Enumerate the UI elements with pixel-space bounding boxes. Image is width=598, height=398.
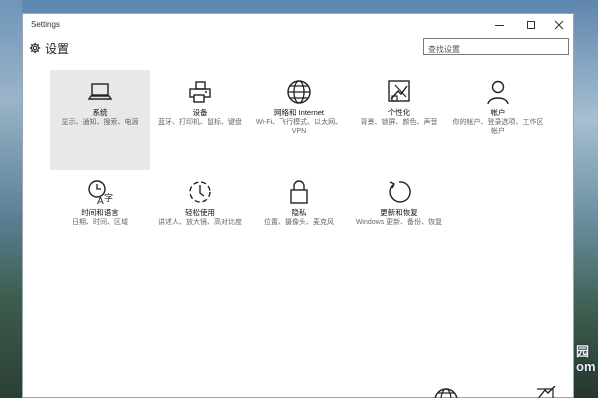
tile-description: 显示、通知、搜索、电源: [61, 119, 139, 126]
tile-label: 轻松使用: [185, 208, 215, 217]
tile-label: 时间和语言: [81, 208, 119, 217]
close-icon: [554, 20, 564, 30]
tile-description: 蓝牙、打印机、鼠标、键盘: [158, 119, 242, 126]
maximize-icon: [527, 21, 535, 29]
globe-icon: [285, 78, 313, 106]
desktop-watermark: 园 om: [576, 344, 596, 374]
window-title: Settings: [31, 20, 60, 29]
desktop-background-left: [0, 0, 22, 398]
tile-description: 讲述人、放大镜、高对比度: [158, 219, 242, 226]
tile-description: 你的帐户、登录选项、工作区帐户: [452, 119, 544, 135]
person-icon: [484, 78, 512, 106]
minimize-button[interactable]: [483, 14, 515, 36]
tile-time-language[interactable]: A 字 时间和语言 日期、时间、区域: [50, 170, 150, 270]
tile-devices[interactable]: 设备 蓝牙、打印机、鼠标、键盘: [150, 70, 250, 170]
tile-label: 设备: [192, 108, 208, 117]
settings-window: Settings 设置 查找设置 系统 显示、通知、搜索、电源 设备 蓝牙、打印…: [22, 13, 574, 398]
laptop-icon: [86, 78, 114, 106]
tile-label: 隐私: [291, 208, 307, 217]
time-language-icon: A 字: [86, 178, 114, 206]
globe-icon: [433, 386, 459, 398]
tile-ease-of-access[interactable]: 轻松使用 讲述人、放大镜、高对比度: [150, 170, 250, 270]
ease-of-access-icon: [186, 178, 214, 206]
tile-system[interactable]: 系统 显示、通知、搜索、电源: [50, 70, 150, 170]
tile-network[interactable]: 网络和 Internet Wi-Fi、飞行模式、以太网、VPN: [249, 70, 349, 170]
svg-text:A: A: [97, 196, 104, 205]
tile-update-recovery[interactable]: 更新和恢复 Windows 更新、备份、恢复: [349, 170, 449, 270]
desktop-background-right: [574, 0, 598, 398]
gear-icon: [29, 41, 41, 59]
tile-accounts[interactable]: 帐户 你的帐户、登录选项、工作区帐户: [448, 70, 548, 170]
tile-label: 系统: [92, 108, 108, 117]
refresh-icon: [385, 178, 413, 206]
page-title: 设置: [45, 42, 70, 56]
tile-label: 帐户: [490, 108, 506, 117]
minimize-icon: [494, 24, 504, 26]
tile-label: 个性化: [387, 108, 411, 117]
tile-privacy[interactable]: 隐私 位置、摄像头、麦克风: [249, 170, 349, 270]
tile-description: 位置、摄像头、麦克风: [264, 219, 334, 226]
tile-description: Wi-Fi、飞行模式、以太网、VPN: [255, 119, 343, 135]
tile-label: 更新和恢复: [380, 208, 418, 217]
tile-personalization[interactable]: 个性化 背景、锁屏、颜色、声音: [349, 70, 449, 170]
tile-description: 日期、时间、区域: [72, 219, 128, 226]
settings-header: 设置: [23, 36, 573, 60]
search-box[interactable]: [423, 38, 569, 57]
personalization-icon: [385, 78, 413, 106]
search-input[interactable]: [424, 42, 568, 57]
personalization-icon: [535, 385, 557, 398]
tile-description: Windows 更新、备份、恢复: [355, 219, 443, 226]
close-button[interactable]: [543, 14, 575, 36]
lock-icon: [285, 178, 313, 206]
printer-icon: [186, 78, 214, 106]
tile-label: 网络和 Internet: [273, 108, 325, 117]
svg-text:字: 字: [104, 192, 113, 204]
title-bar: Settings: [23, 14, 573, 36]
tile-description: 背景、锁屏、颜色、声音: [360, 119, 438, 126]
